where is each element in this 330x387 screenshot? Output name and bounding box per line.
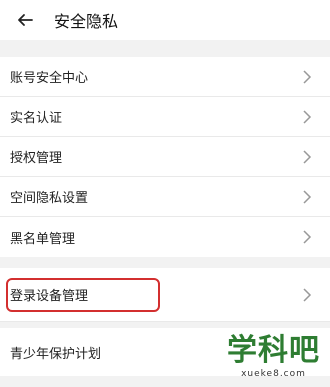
page-title: 安全隐私 xyxy=(54,12,119,31)
menu-item-account-security-center[interactable]: 账号安全中心 xyxy=(0,57,330,97)
watermark-title: 学科吧 xyxy=(227,333,320,368)
back-arrow-icon[interactable] xyxy=(16,11,34,29)
settings-group-main: 账号安全中心 实名认证 授权管理 空间隐私设置 黑名单管理 xyxy=(0,57,330,257)
menu-item-blacklist-management[interactable]: 黑名单管理 xyxy=(0,217,330,257)
menu-item-label: 青少年保护计划 xyxy=(10,346,102,362)
chevron-right-icon xyxy=(303,189,312,204)
chevron-right-icon xyxy=(303,230,312,244)
chevron-right-icon xyxy=(303,149,312,164)
menu-item-label: 账号安全中心 xyxy=(10,71,89,86)
menu-item-real-name-verification[interactable]: 实名认证 xyxy=(0,97,330,137)
highlight-box xyxy=(6,278,160,312)
menu-item-label: 实名认证 xyxy=(10,111,63,126)
menu-item-label: 空间隐私设置 xyxy=(10,191,89,206)
chevron-right-icon xyxy=(303,287,312,302)
menu-item-label: 授权管理 xyxy=(10,151,63,166)
settings-group-devices: 登录设备管理 xyxy=(0,268,330,322)
menu-item-space-privacy-settings[interactable]: 空间隐私设置 xyxy=(0,177,330,217)
chevron-right-icon xyxy=(303,69,312,84)
watermark-domain: xueke8.com xyxy=(241,369,306,379)
top-bar: 安全隐私 xyxy=(0,0,330,40)
chevron-right-icon xyxy=(303,109,312,124)
menu-item-label: 黑名单管理 xyxy=(10,231,76,247)
watermark-logo: 学科吧 xueke8.com xyxy=(227,333,320,380)
menu-item-authorization-management[interactable]: 授权管理 xyxy=(0,137,330,177)
